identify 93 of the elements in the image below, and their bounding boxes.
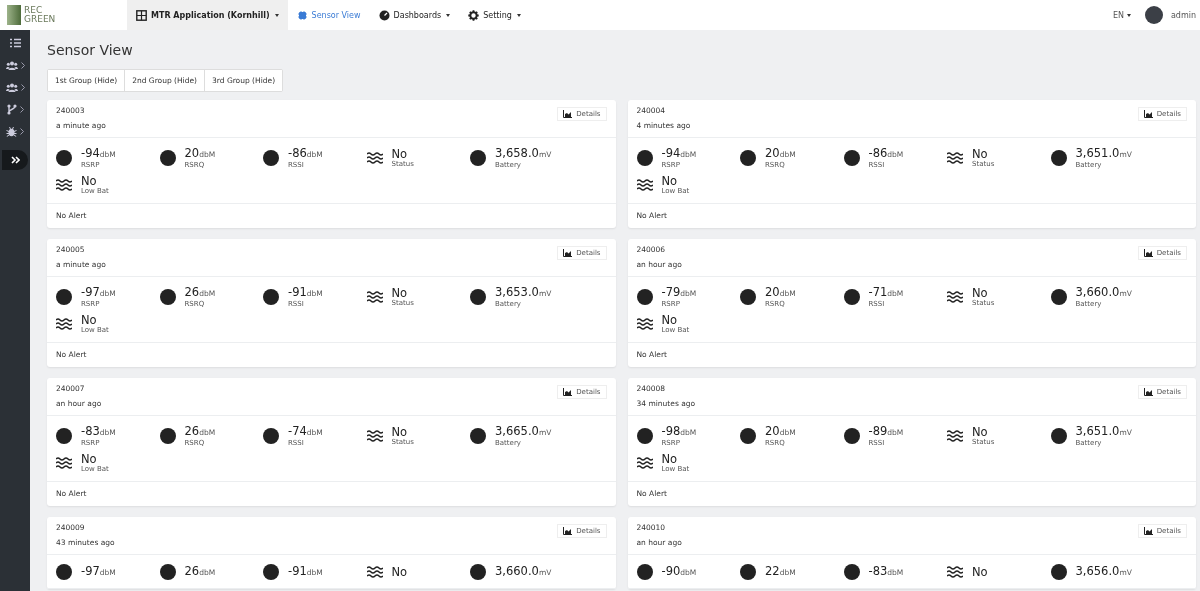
metric-value: No — [81, 314, 98, 326]
status-dot-icon — [470, 150, 486, 166]
nav-menu-item[interactable]: Sensor View — [287, 0, 370, 30]
nav-menu-item[interactable]: Setting — [459, 0, 530, 30]
language-menu[interactable]: EN — [1112, 10, 1131, 20]
status-dot-icon — [470, 428, 486, 444]
settings-icon — [468, 9, 480, 21]
metric-value: No — [972, 566, 988, 578]
chart-icon — [1143, 527, 1153, 535]
status-dot-icon — [470, 564, 486, 580]
wave-icon — [56, 457, 72, 469]
branch-icon — [6, 103, 17, 115]
status-dot-icon — [159, 289, 176, 305]
chevron-icon — [19, 105, 24, 113]
status-dot-icon — [740, 150, 756, 166]
metric-value: No — [81, 175, 98, 187]
logo[interactable]: REC GREEN — [0, 0, 127, 30]
status-dot-icon — [159, 428, 176, 444]
status-dot-icon — [843, 564, 860, 580]
chart-icon — [1143, 249, 1153, 257]
gauge-icon — [378, 9, 390, 21]
status-dot-icon — [636, 564, 653, 580]
wave-icon — [636, 457, 653, 469]
metric-value: No — [972, 287, 989, 299]
chip-icon — [296, 9, 308, 21]
chart-icon — [563, 110, 573, 118]
metric-value: No — [391, 566, 408, 578]
metric-value: No — [972, 148, 989, 160]
status-dot-icon — [843, 289, 860, 305]
metric-value: No — [972, 426, 989, 438]
status-dot-icon — [470, 289, 486, 305]
status-dot-icon — [1050, 564, 1067, 580]
page-title: Sensor View — [47, 42, 134, 58]
grid-icon — [136, 9, 147, 21]
wave-icon — [56, 179, 72, 191]
wave-icon — [947, 566, 963, 578]
status-dot-icon — [263, 289, 279, 305]
chevron-icon — [20, 127, 24, 135]
users-icon — [5, 82, 18, 92]
metric-value: No — [81, 453, 98, 465]
wave-icon — [636, 179, 653, 191]
status-dot-icon — [843, 150, 860, 166]
status-dot-icon — [740, 428, 756, 444]
status-dot-icon — [1050, 428, 1067, 444]
caret-icon — [1126, 13, 1131, 17]
nav-menu-item[interactable]: MTR Application (Kornhill) — [127, 0, 288, 30]
wave-icon — [366, 430, 383, 442]
status-dot-icon — [263, 150, 279, 166]
users-icon — [5, 60, 18, 70]
status-dot-icon — [56, 564, 72, 580]
wave-icon — [636, 318, 653, 330]
chevron-icon — [20, 83, 25, 91]
wave-icon — [947, 291, 963, 303]
status-dot-icon — [263, 564, 279, 580]
wave-icon — [366, 291, 383, 303]
metric-value: No — [661, 453, 679, 465]
status-dot-icon — [56, 150, 72, 166]
status-dot-icon — [740, 564, 756, 580]
status-dot-icon — [56, 428, 72, 444]
chart-icon — [563, 388, 573, 396]
metric-value: No — [661, 314, 679, 326]
chart-icon — [563, 527, 573, 535]
status-dot-icon — [636, 150, 653, 166]
wave-icon — [366, 566, 383, 578]
metric-value: No — [391, 148, 409, 160]
status-dot-icon — [263, 428, 279, 444]
list-icon — [9, 38, 21, 48]
status-dot-icon — [1050, 289, 1067, 305]
chart-icon — [1143, 110, 1153, 118]
chevron-icon — [20, 61, 25, 69]
metric-value: No — [391, 426, 409, 438]
avatar-icon[interactable] — [1144, 6, 1163, 24]
status-dot-icon — [740, 289, 756, 305]
wave-icon — [366, 152, 383, 164]
wave-icon — [947, 152, 963, 164]
wave-icon — [947, 430, 963, 442]
status-dot-icon — [56, 289, 72, 305]
status-dot-icon — [159, 150, 176, 166]
user-name[interactable]: admin — [1170, 10, 1196, 20]
metric-value: No — [391, 287, 409, 299]
status-dot-icon — [636, 289, 653, 305]
wave-icon — [56, 318, 72, 330]
status-dot-icon — [1050, 150, 1067, 166]
status-dot-icon — [636, 428, 653, 444]
nav-menu-item[interactable]: Dashboards — [369, 0, 460, 30]
status-dot-icon — [843, 428, 860, 444]
bug-icon — [6, 125, 17, 137]
chart-icon — [1143, 388, 1153, 396]
sidebar-item[interactable] — [2, 150, 28, 170]
status-dot-icon — [159, 564, 176, 580]
chart-icon — [563, 249, 573, 257]
metric-value: No — [661, 175, 679, 187]
double-chevron-icon — [10, 156, 20, 164]
